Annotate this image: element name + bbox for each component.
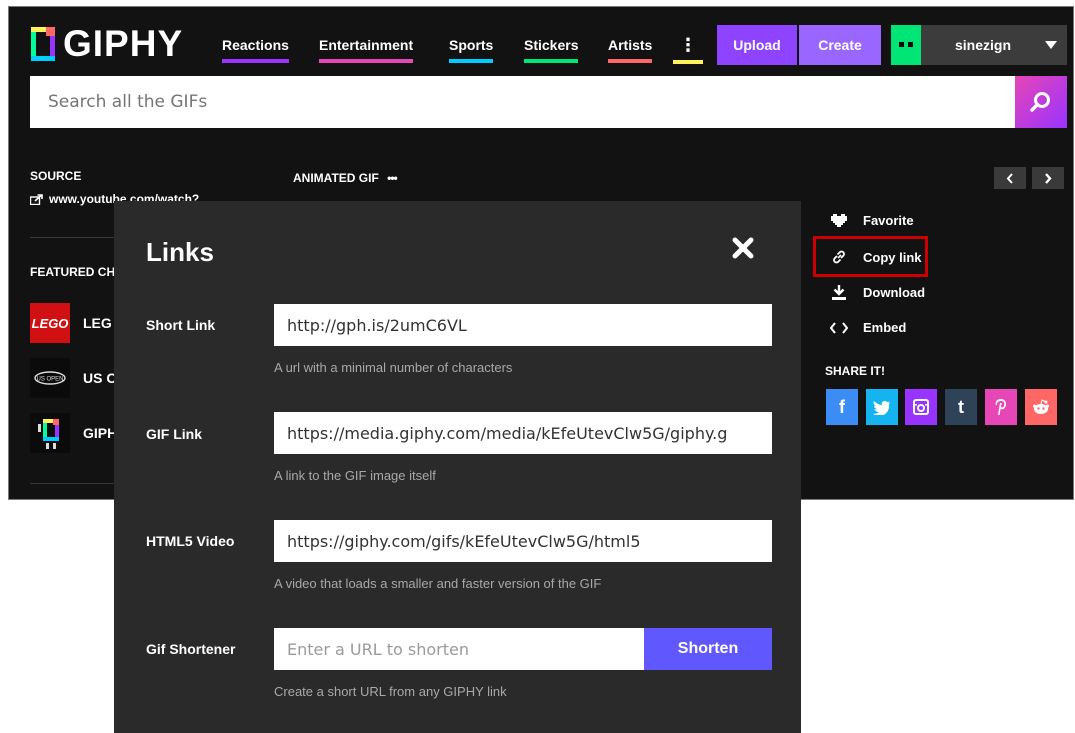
pinterest-share-button[interactable] bbox=[985, 389, 1017, 425]
download-label: Download bbox=[863, 285, 926, 300]
next-button[interactable] bbox=[1032, 167, 1064, 189]
gif-shortener-label: Gif Shortener bbox=[146, 641, 236, 657]
facebook-icon: f bbox=[839, 396, 845, 417]
lego-logo-icon: LEGO bbox=[30, 303, 70, 343]
username: sinezign bbox=[955, 37, 1012, 53]
search-icon bbox=[1030, 92, 1050, 112]
giphy-logo[interactable]: GIPHY bbox=[31, 23, 184, 64]
svg-text:US OPEN: US OPEN bbox=[36, 377, 63, 383]
search-button[interactable] bbox=[1015, 76, 1067, 128]
close-button[interactable] bbox=[732, 237, 754, 264]
reddit-share-button[interactable] bbox=[1025, 389, 1057, 425]
instagram-icon bbox=[913, 399, 929, 415]
download-button[interactable]: Download bbox=[827, 285, 925, 300]
animated-gif-label: ANIMATED GIF ••• bbox=[293, 171, 398, 185]
tumblr-share-button[interactable]: t bbox=[945, 389, 977, 425]
nav-sports[interactable]: Sports bbox=[449, 37, 494, 63]
divider bbox=[30, 483, 120, 484]
usopen-logo-icon: US OPEN bbox=[30, 358, 70, 398]
avatar-icon bbox=[899, 42, 913, 47]
share-label: SHARE IT! bbox=[825, 364, 885, 378]
nav-label: Stickers bbox=[524, 37, 579, 53]
search-input[interactable] bbox=[30, 75, 1015, 129]
favorite-label: Favorite bbox=[863, 213, 914, 228]
short-link-field[interactable]: http://gph.is/2umC6VL bbox=[274, 304, 772, 346]
links-modal: Links Short Link http://gph.is/2umC6VL A… bbox=[114, 201, 801, 733]
embed-label: Embed bbox=[863, 320, 907, 335]
short-link-help: A url with a minimal number of character… bbox=[274, 360, 513, 375]
gif-shortener-help: Create a short URL from any GIPHY link bbox=[274, 684, 507, 699]
avatar bbox=[891, 25, 921, 65]
copy-link-highlight bbox=[813, 236, 928, 277]
twitter-icon bbox=[873, 400, 890, 415]
share-arrow-icon bbox=[30, 193, 43, 205]
nav-label: Sports bbox=[449, 37, 494, 53]
create-button[interactable]: Create bbox=[799, 25, 881, 65]
logo-text: GIPHY bbox=[63, 23, 184, 64]
chevron-right-icon bbox=[1045, 172, 1052, 184]
instagram-share-button[interactable] bbox=[905, 389, 937, 425]
html5-video-field[interactable]: https://giphy.com/gifs/kEfeUtevClw5G/htm… bbox=[274, 520, 772, 562]
search-bar bbox=[30, 75, 1067, 129]
code-icon bbox=[827, 321, 851, 334]
embed-button[interactable]: Embed bbox=[827, 320, 906, 335]
user-menu[interactable]: sinezign bbox=[891, 25, 1067, 65]
nav-underline bbox=[222, 59, 289, 63]
channel-usopen[interactable]: US OPEN US C bbox=[30, 358, 116, 398]
channel-name: LEG bbox=[83, 315, 112, 331]
nav-underline bbox=[524, 59, 579, 63]
nav-stickers[interactable]: Stickers bbox=[524, 37, 579, 63]
download-icon bbox=[827, 285, 851, 300]
divider bbox=[30, 237, 120, 238]
nav-underline bbox=[608, 59, 653, 63]
source-label: SOURCE bbox=[30, 169, 82, 183]
heart-icon bbox=[827, 213, 851, 228]
short-link-label: Short Link bbox=[146, 317, 216, 333]
nav-label: Reactions bbox=[222, 37, 289, 53]
gif-link-field[interactable]: https://media.giphy.com/media/kEfeUtevCl… bbox=[274, 412, 772, 454]
gif-link-help: A link to the GIF image itself bbox=[274, 468, 436, 483]
nav-underline bbox=[673, 60, 703, 64]
tumblr-icon: t bbox=[958, 396, 964, 417]
html5-video-label: HTML5 Video bbox=[146, 533, 235, 549]
reddit-icon bbox=[1033, 399, 1049, 414]
chevron-left-icon bbox=[1006, 172, 1013, 184]
channel-name: US C bbox=[83, 370, 117, 386]
channel-lego[interactable]: LEGO LEG bbox=[30, 303, 112, 343]
favorite-button[interactable]: Favorite bbox=[827, 213, 914, 228]
nav-label: Artists bbox=[608, 37, 653, 53]
close-icon bbox=[732, 237, 754, 259]
chevron-down-icon bbox=[1045, 41, 1057, 49]
nav-more[interactable]: ⋮ bbox=[673, 35, 703, 64]
nav-reactions[interactable]: Reactions bbox=[222, 37, 289, 63]
shorten-button[interactable]: Shorten bbox=[644, 628, 772, 670]
prev-button[interactable] bbox=[994, 167, 1026, 189]
channel-name: GIPH bbox=[83, 425, 118, 441]
pinterest-icon bbox=[995, 399, 1006, 415]
nav-underline bbox=[449, 59, 494, 63]
channel-giphy[interactable]: GIPH bbox=[30, 413, 117, 453]
shorten-url-input[interactable] bbox=[274, 628, 644, 670]
gif-link-label: GIF Link bbox=[146, 426, 202, 442]
more-horizontal-icon[interactable]: ••• bbox=[387, 171, 398, 185]
modal-title: Links bbox=[146, 237, 214, 267]
upload-button[interactable]: Upload bbox=[717, 25, 797, 65]
nav-underline bbox=[319, 59, 414, 63]
nav-artists[interactable]: Artists bbox=[608, 37, 653, 63]
html5-video-help: A video that loads a smaller and faster … bbox=[274, 576, 602, 591]
nav-label: Entertainment bbox=[319, 37, 414, 53]
giphy-channel-icon bbox=[30, 413, 70, 453]
animated-gif-text: ANIMATED GIF bbox=[293, 171, 379, 185]
nav-entertainment[interactable]: Entertainment bbox=[319, 37, 414, 63]
giphy-logo-icon bbox=[31, 27, 55, 61]
featured-channels-label: FEATURED CH bbox=[30, 265, 116, 279]
more-vertical-icon: ⋮ bbox=[679, 35, 697, 55]
facebook-share-button[interactable]: f bbox=[826, 389, 858, 425]
twitter-share-button[interactable] bbox=[866, 389, 898, 425]
